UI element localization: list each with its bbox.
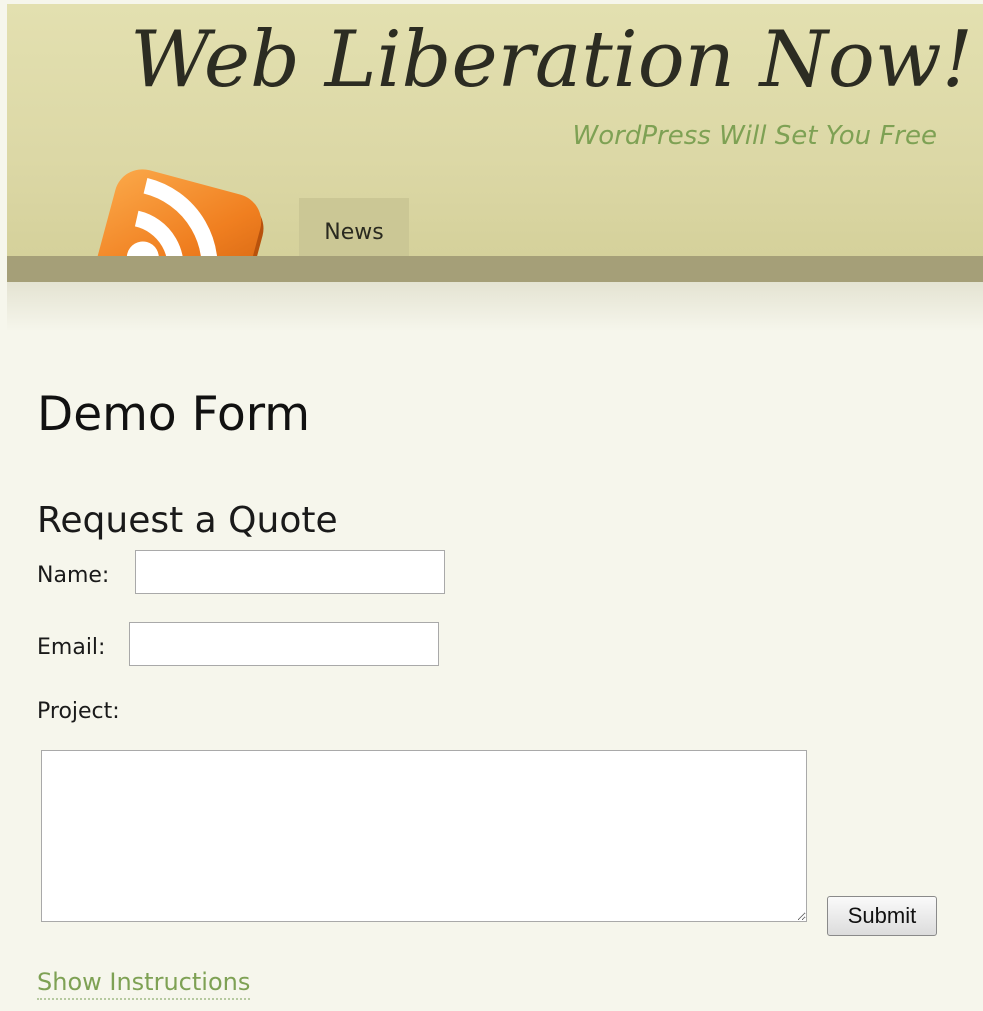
- page: Web Liberation Now! WordPress Will Set Y…: [7, 4, 983, 1011]
- name-input[interactable]: [135, 550, 445, 594]
- nav-tab-news-label: News: [324, 219, 384, 245]
- site-title[interactable]: Web Liberation Now!: [130, 10, 973, 110]
- submit-button[interactable]: Submit: [827, 896, 937, 936]
- project-label: Project:: [37, 699, 120, 724]
- project-textarea[interactable]: [41, 750, 807, 922]
- name-label: Name:: [37, 563, 110, 588]
- nav-tab-news[interactable]: News: [299, 198, 409, 256]
- email-input[interactable]: [129, 622, 439, 666]
- nav-bar: [7, 256, 983, 282]
- page-title: Demo Form: [37, 387, 310, 442]
- main-content: Demo Form Request a Quote Name: Email: P…: [37, 384, 957, 1000]
- site-header: Web Liberation Now! WordPress Will Set Y…: [7, 4, 983, 282]
- email-label: Email:: [37, 635, 106, 660]
- form-title: Request a Quote: [37, 500, 338, 541]
- header-shadow: [7, 282, 983, 332]
- site-tagline: WordPress Will Set You Free: [572, 121, 937, 151]
- show-instructions-link[interactable]: Show Instructions: [37, 966, 251, 1000]
